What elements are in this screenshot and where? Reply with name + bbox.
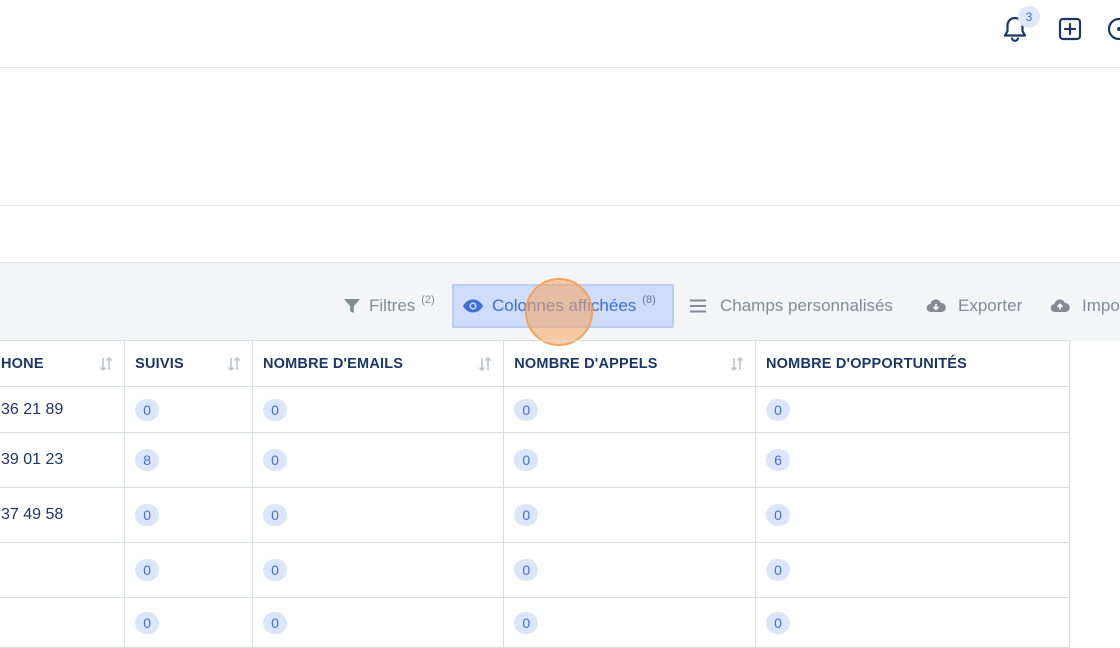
eye-icon	[463, 299, 483, 313]
cloud-upload-icon	[1050, 299, 1070, 313]
sort-icon[interactable]	[98, 356, 114, 372]
table-row[interactable]: 36 21 89 0 0 0 0	[0, 386, 1070, 433]
suivis-cell: 0	[124, 487, 253, 543]
count-pill: 0	[135, 559, 160, 581]
phone-cell: 39 01 23	[0, 432, 126, 488]
count-pill: 0	[514, 611, 539, 634]
suivis-cell: 8	[124, 432, 253, 488]
suivis-cell: 0	[124, 597, 253, 648]
count-pill: 0	[135, 504, 160, 526]
count-pill: 0	[766, 504, 791, 526]
count-pill: 0	[262, 504, 287, 526]
count-pill: 0	[766, 398, 791, 421]
column-header-appels[interactable]: NOMBRE D'APPELS	[503, 340, 757, 387]
import-button[interactable]: Impo	[1050, 284, 1120, 328]
count-pill: 8	[135, 449, 160, 471]
cloud-download-icon	[926, 299, 946, 313]
emails-cell: 0	[251, 432, 505, 488]
table-row[interactable]: 0 0 0 0	[0, 542, 1070, 598]
appels-cell: 0	[503, 597, 757, 648]
table-row[interactable]: 0 0 0 0	[0, 597, 1070, 648]
sort-icon[interactable]	[226, 356, 242, 372]
count-pill: 0	[262, 611, 287, 634]
phone-cell	[0, 542, 126, 598]
filters-count: (2)	[421, 294, 435, 306]
phone-cell	[0, 597, 126, 648]
count-pill: 0	[514, 559, 539, 581]
displayed-columns-count: (8)	[642, 294, 656, 306]
count-pill: 0	[135, 611, 160, 634]
filter-icon	[344, 299, 360, 313]
count-pill: 0	[766, 611, 791, 634]
import-label: Impo	[1082, 296, 1120, 315]
custom-fields-label: Champs personnalisés	[720, 296, 893, 315]
count-pill: 6	[766, 449, 791, 471]
column-header-phone[interactable]: HONE	[0, 340, 126, 387]
suivis-cell: 0	[124, 386, 253, 433]
count-pill: 0	[514, 398, 539, 421]
table-header-row: HONE SUIVIS NOMBRE D'EMAILS NOMBRE D'APP…	[0, 340, 1070, 387]
count-pill: 0	[262, 559, 287, 581]
sort-icon[interactable]	[729, 356, 745, 372]
emails-cell: 0	[251, 487, 505, 543]
list-icon	[690, 299, 706, 313]
top-bar: 3	[0, 0, 1120, 68]
opportunites-cell: 6	[755, 432, 1070, 488]
count-pill: 0	[262, 398, 287, 421]
table-row[interactable]: 37 49 58 0 0 0 0	[0, 487, 1070, 543]
displayed-columns-label: Colonnes affichées	[492, 296, 637, 315]
count-pill: 0	[514, 504, 539, 526]
content-area-secondary	[0, 206, 1120, 262]
export-button[interactable]: Exporter	[926, 284, 1022, 328]
appels-cell: 0	[503, 487, 757, 543]
appels-cell: 0	[503, 542, 757, 598]
count-pill: 0	[766, 559, 791, 581]
count-pill: 0	[135, 398, 160, 421]
add-icon[interactable]	[1055, 14, 1085, 44]
filters-label: Filtres	[369, 296, 416, 315]
sort-icon[interactable]	[477, 356, 493, 372]
phone-cell: 37 49 58	[0, 487, 126, 543]
opportunites-cell: 0	[755, 386, 1070, 433]
suivis-cell: 0	[124, 542, 253, 598]
help-icon[interactable]	[1104, 14, 1120, 44]
contacts-table: HONE SUIVIS NOMBRE D'EMAILS NOMBRE D'APP…	[0, 340, 1070, 648]
appels-cell: 0	[503, 386, 757, 433]
emails-cell: 0	[251, 597, 505, 648]
custom-fields-button[interactable]: Champs personnalisés	[690, 284, 893, 328]
filters-button[interactable]: Filtres (2)	[343, 284, 435, 328]
count-pill: 0	[514, 449, 539, 471]
phone-cell: 36 21 89	[0, 386, 126, 433]
column-header-suivis[interactable]: SUIVIS	[124, 340, 253, 387]
emails-cell: 0	[251, 542, 505, 598]
column-header-emails[interactable]: NOMBRE D'EMAILS	[251, 340, 505, 387]
notification-badge: 3	[1018, 6, 1040, 28]
content-area	[0, 68, 1120, 206]
appels-cell: 0	[503, 432, 757, 488]
opportunites-cell: 0	[755, 597, 1070, 648]
displayed-columns-button[interactable]: Colonnes affichées (8)	[452, 284, 674, 328]
table-row[interactable]: 39 01 23 8 0 0 6	[0, 432, 1070, 488]
opportunites-cell: 0	[755, 542, 1070, 598]
count-pill: 0	[262, 449, 287, 471]
export-label: Exporter	[958, 296, 1023, 315]
emails-cell: 0	[251, 386, 505, 433]
opportunites-cell: 0	[755, 487, 1070, 543]
column-header-opportunites[interactable]: NOMBRE D'OPPORTUNITÉS	[755, 340, 1070, 387]
